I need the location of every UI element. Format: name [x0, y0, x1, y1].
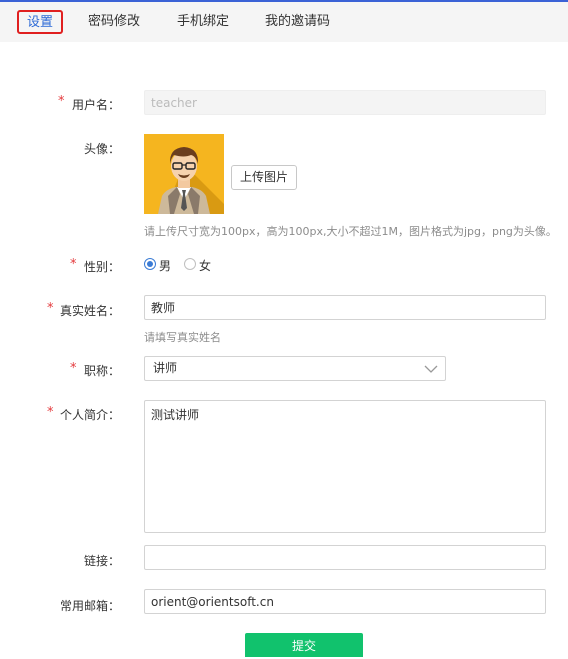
intro-textarea[interactable]: 测试讲师 [144, 400, 546, 533]
realname-label: 真实姓名： [59, 304, 120, 318]
tab-password[interactable]: 密码修改 [88, 2, 140, 42]
realname-hint: 请填写真实姓名 [144, 331, 221, 344]
tab-settings[interactable]: 设置 [17, 10, 64, 34]
username-field [144, 90, 546, 115]
avatar [144, 134, 224, 214]
tab-phone-binding[interactable]: 手机绑定 [177, 2, 229, 42]
gender-female-radio[interactable] [184, 258, 196, 270]
title-select[interactable]: 讲师 [144, 356, 446, 381]
title-label: 职称： [83, 364, 120, 378]
gender-female-label[interactable]: 女 [199, 257, 211, 274]
submit-button[interactable]: 提交 [245, 633, 363, 657]
tab-bar: 设置 密码修改 手机绑定 我的邀请码 [0, 2, 568, 42]
intro-label: 个人简介： [59, 408, 120, 422]
avatar-hint: 请上传尺寸宽为100px，高为100px,大小不超过1M，图片格式为jpg，pn… [144, 225, 557, 238]
email-input[interactable] [144, 589, 546, 614]
gender-male-radio[interactable] [144, 258, 156, 270]
avatar-label: 头像： [83, 142, 120, 156]
upload-image-button[interactable]: 上传图片 [231, 165, 297, 190]
link-label: 链接： [83, 554, 120, 568]
realname-input[interactable] [144, 295, 546, 320]
username-label: 用户名： [71, 98, 120, 112]
gender-label: 性别： [83, 260, 120, 274]
email-label: 常用邮箱： [59, 599, 120, 613]
gender-male-label[interactable]: 男 [159, 257, 171, 274]
link-input[interactable] [144, 545, 546, 570]
tab-invite-code[interactable]: 我的邀请码 [265, 2, 330, 42]
teacher-avatar-icon [158, 147, 224, 214]
title-select-value: 讲师 [153, 361, 178, 375]
chevron-down-icon [424, 365, 438, 373]
